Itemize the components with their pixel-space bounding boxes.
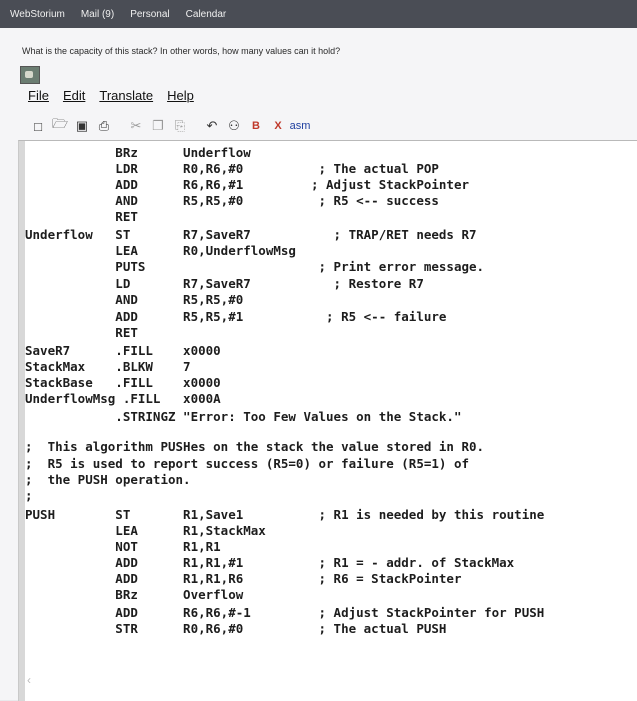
- print-icon[interactable]: ⎙: [94, 116, 114, 136]
- comment-line: ; the PUSH operation.: [25, 472, 191, 487]
- comment-line: ; This algorithm PUSHes on the stack the…: [25, 439, 485, 454]
- nav-mail[interactable]: Mail (9): [73, 9, 122, 20]
- comment-line: ;: [25, 488, 33, 503]
- code-line: AND R5,R5,#0 ; R5 <-- success: [25, 193, 439, 208]
- build-x-icon[interactable]: X: [268, 116, 288, 136]
- code-line: StackMax .BLKW 7: [25, 359, 191, 374]
- code-line: .STRINGZ "Error: Too Few Values on the S…: [25, 409, 462, 424]
- cut-icon[interactable]: ✂: [126, 116, 146, 136]
- code-line: LEA R1,StackMax: [25, 523, 266, 538]
- code-line: PUSH ST R1,Save1 ; R1 is needed by this …: [25, 507, 545, 522]
- menu-translate[interactable]: Translate: [99, 88, 153, 103]
- build-asm-icon[interactable]: asm: [290, 116, 311, 136]
- menu-bar: File Edit Translate Help: [28, 88, 194, 103]
- menu-help[interactable]: Help: [167, 88, 194, 103]
- code-line: SaveR7 .FILL x0000: [25, 343, 221, 358]
- undo-icon[interactable]: ↶: [202, 116, 222, 136]
- code-line: ADD R6,R6,#-1 ; Adjust StackPointer for …: [25, 605, 545, 620]
- code-line: PUTS ; Print error message.: [25, 259, 485, 274]
- code-line: ADD R1,R1,R6 ; R6 = StackPointer: [25, 571, 462, 586]
- scroll-left-icon[interactable]: ‹: [27, 673, 31, 687]
- code-line: StackBase .FILL x0000: [25, 375, 221, 390]
- menu-edit[interactable]: Edit: [63, 88, 85, 103]
- open-folder-icon[interactable]: 🗁: [50, 116, 70, 136]
- question-text: What is the capacity of this stack? In o…: [22, 46, 341, 56]
- code-line: ADD R1,R1,#1 ; R1 = - addr. of StackMax: [25, 555, 515, 570]
- find-icon[interactable]: ⚇: [224, 116, 244, 136]
- code-line: NOT R1,R1: [25, 539, 221, 554]
- code-editor[interactable]: BRz Underflow LDR R0,R6,#0 ; The actual …: [18, 140, 637, 701]
- nav-calendar[interactable]: Calendar: [178, 9, 235, 20]
- code-line: RET: [25, 209, 138, 224]
- toolbar: □ 🗁 ▣ ⎙ ✂ ❐ ⎘ ↶ ⚇ B X asm: [28, 114, 310, 138]
- page-content: What is the capacity of this stack? In o…: [0, 28, 637, 701]
- nav-personal[interactable]: Personal: [122, 9, 177, 20]
- code-line: LDR R0,R6,#0 ; The actual POP: [25, 161, 439, 176]
- copy-icon[interactable]: ❐: [148, 116, 168, 136]
- app-icon: [20, 66, 40, 84]
- code-line: RET: [25, 325, 138, 340]
- code-line: UnderflowMsg .FILL x000A: [25, 391, 221, 406]
- code-line: Underflow ST R7,SaveR7 ; TRAP/RET needs …: [25, 227, 477, 242]
- code-line: LEA R0,UnderflowMsg: [25, 243, 296, 258]
- code-line: ADD R5,R5,#1 ; R5 <-- failure: [25, 309, 447, 324]
- new-file-icon[interactable]: □: [28, 116, 48, 136]
- code-line: ADD R6,R6,#1 ; Adjust StackPointer: [25, 177, 470, 192]
- code-line: BRz Underflow: [25, 145, 251, 160]
- paste-icon[interactable]: ⎘: [170, 116, 190, 136]
- save-icon[interactable]: ▣: [72, 116, 92, 136]
- menu-file[interactable]: File: [28, 88, 49, 103]
- comment-line: ; R5 is used to report success (R5=0) or…: [25, 456, 470, 471]
- browser-nav-bar: WebStorium Mail (9) Personal Calendar: [0, 0, 637, 28]
- code-line: AND R5,R5,#0: [25, 292, 244, 307]
- build-b-icon[interactable]: B: [246, 116, 266, 136]
- code-line: LD R7,SaveR7 ; Restore R7: [25, 276, 424, 291]
- code-line: BRz Overflow: [25, 587, 244, 602]
- code-line: STR R0,R6,#0 ; The actual PUSH: [25, 621, 447, 636]
- nav-brand[interactable]: WebStorium: [0, 9, 73, 20]
